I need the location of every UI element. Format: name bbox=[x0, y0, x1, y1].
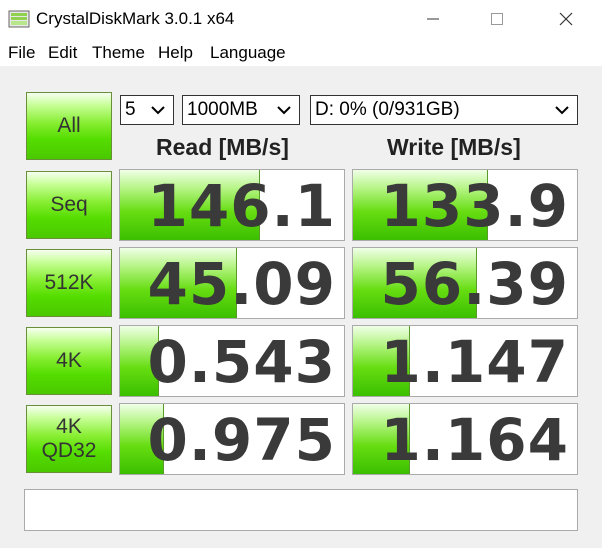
title-bar: CrystalDiskMark 3.0.1 x64 bbox=[0, 0, 602, 40]
seq-write-value: 133.9 bbox=[380, 172, 569, 240]
menu-language[interactable]: Language bbox=[210, 43, 286, 63]
512k-button[interactable]: 512K bbox=[26, 249, 112, 317]
menu-file[interactable]: File bbox=[8, 43, 35, 63]
512k-write-value: 56.39 bbox=[380, 250, 569, 318]
seq-write-cell: 133.9 bbox=[352, 169, 578, 241]
chevron-down-icon bbox=[277, 106, 291, 115]
close-icon bbox=[559, 12, 573, 26]
runs-select[interactable]: 5 bbox=[120, 95, 174, 125]
4k-qd32-button[interactable]: 4K QD32 bbox=[26, 405, 112, 473]
window-title: CrystalDiskMark 3.0.1 x64 bbox=[36, 9, 235, 28]
4k-write-value: 1.147 bbox=[380, 328, 569, 396]
4k-qd32-write-value: 1.164 bbox=[380, 406, 569, 474]
menu-help[interactable]: Help bbox=[158, 43, 193, 63]
comment-field[interactable] bbox=[24, 489, 578, 531]
512k-label: 512K bbox=[44, 271, 94, 294]
4k-qd32-label-line2: QD32 bbox=[41, 439, 97, 462]
run-all-button[interactable]: All bbox=[26, 92, 112, 160]
4k-qd32-write-cell: 1.164 bbox=[352, 403, 578, 475]
seq-read-cell: 146.1 bbox=[119, 169, 345, 241]
maximize-button[interactable] bbox=[474, 0, 520, 38]
512k-read-value: 45.09 bbox=[147, 250, 336, 318]
4k-label: 4K bbox=[56, 349, 82, 372]
menu-bar: File Edit Theme Help Language bbox=[0, 40, 602, 67]
4k-qd32-label-line1: 4K bbox=[56, 415, 82, 438]
seq-label: Seq bbox=[50, 193, 88, 216]
minimize-icon bbox=[427, 18, 439, 20]
seq-read-value: 146.1 bbox=[147, 172, 336, 240]
seq-button[interactable]: Seq bbox=[26, 171, 112, 239]
512k-read-cell: 45.09 bbox=[119, 247, 345, 319]
app-icon bbox=[8, 10, 30, 28]
4k-write-cell: 1.147 bbox=[352, 325, 578, 397]
minimize-button[interactable] bbox=[410, 0, 456, 38]
menu-edit[interactable]: Edit bbox=[48, 43, 77, 63]
drive-value: D: 0% (0/931GB) bbox=[315, 99, 460, 120]
chevron-down-icon bbox=[151, 106, 165, 115]
runs-value: 5 bbox=[125, 99, 136, 120]
4k-read-cell: 0.543 bbox=[119, 325, 345, 397]
run-all-label: All bbox=[57, 114, 81, 137]
maximize-icon bbox=[491, 13, 503, 25]
size-select[interactable]: 1000MB bbox=[182, 95, 300, 125]
menu-theme[interactable]: Theme bbox=[92, 43, 145, 63]
512k-write-cell: 56.39 bbox=[352, 247, 578, 319]
4k-qd32-read-cell: 0.975 bbox=[119, 403, 345, 475]
read-header: Read [MB/s] bbox=[156, 134, 289, 160]
close-button[interactable] bbox=[543, 0, 589, 38]
size-value: 1000MB bbox=[187, 99, 258, 120]
write-header: Write [MB/s] bbox=[387, 134, 521, 160]
drive-select[interactable]: D: 0% (0/931GB) bbox=[310, 95, 578, 125]
4k-qd32-read-value: 0.975 bbox=[147, 406, 336, 474]
4k-read-value: 0.543 bbox=[147, 328, 336, 396]
4k-button[interactable]: 4K bbox=[26, 327, 112, 395]
chevron-down-icon bbox=[555, 106, 569, 115]
